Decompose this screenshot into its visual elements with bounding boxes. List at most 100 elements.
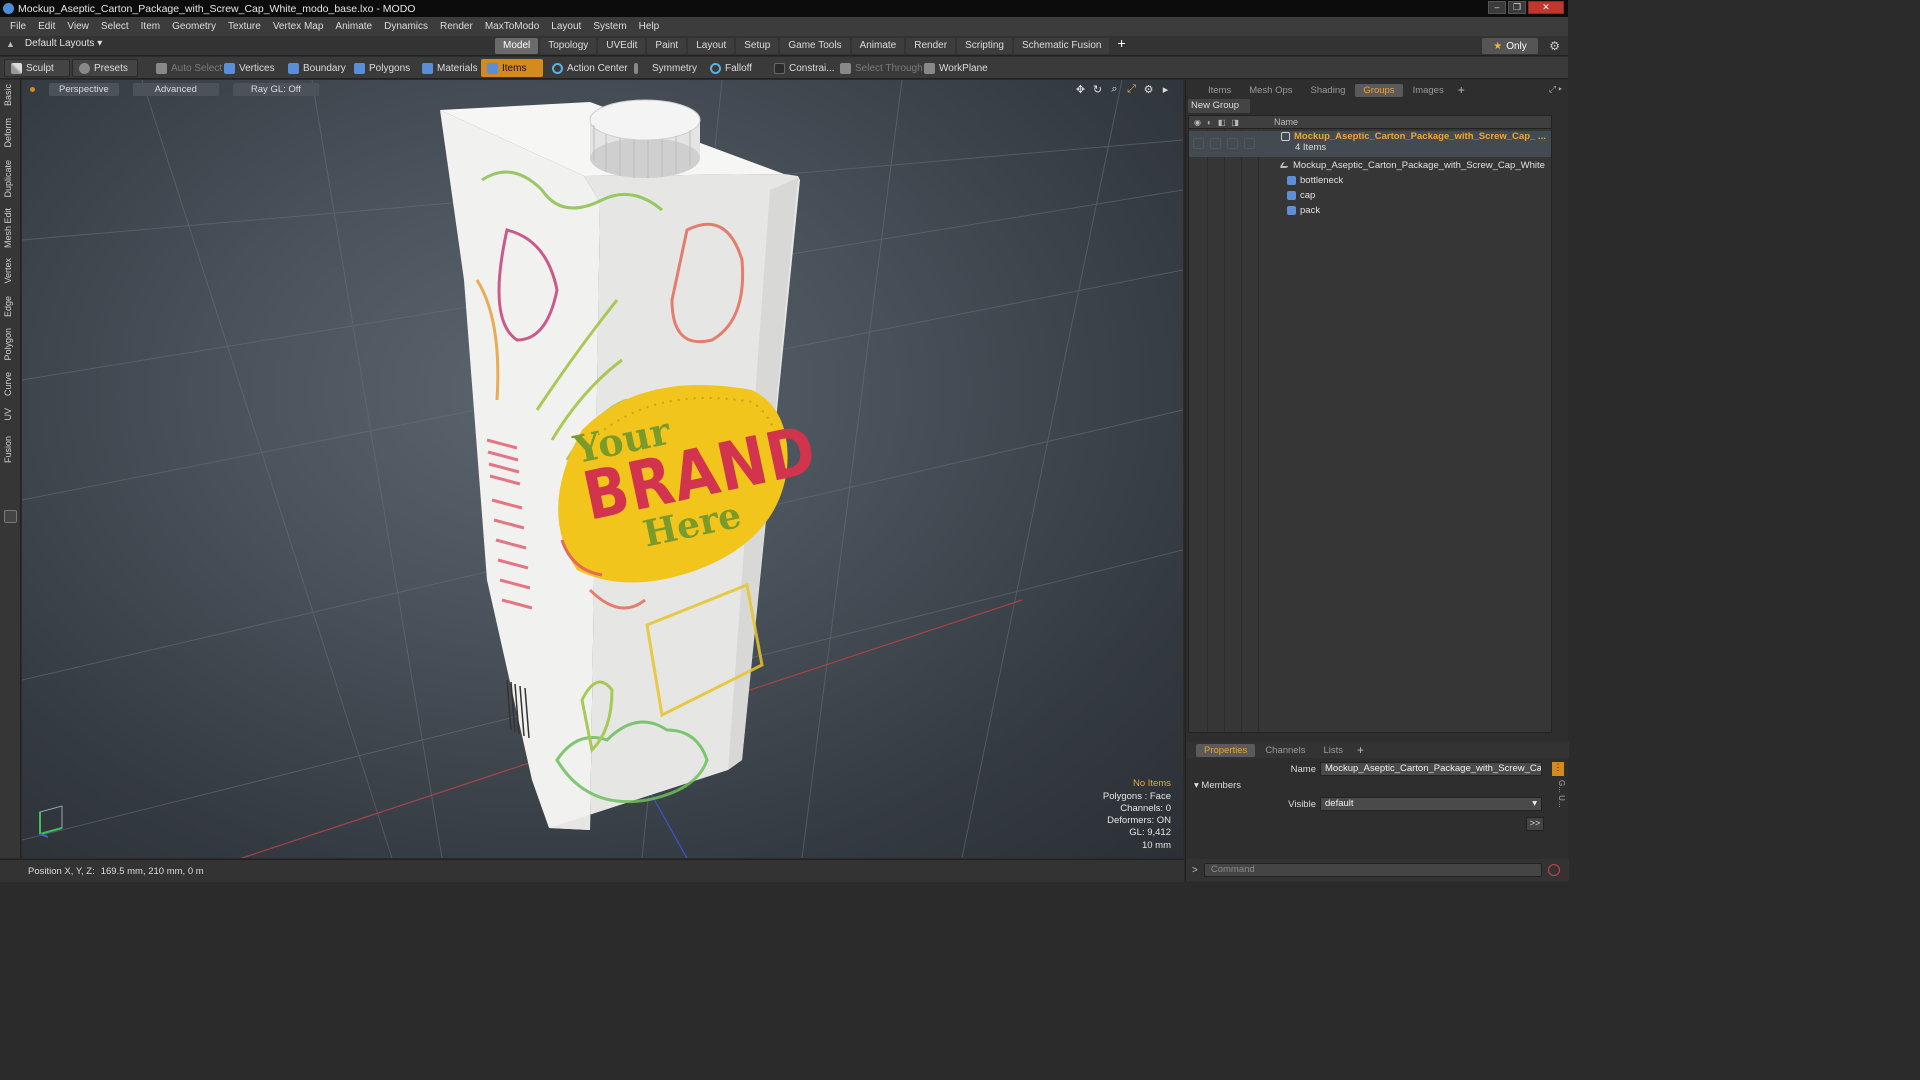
select-toggle[interactable] — [1244, 138, 1255, 149]
lock-column-icon[interactable]: ◧ — [1218, 118, 1226, 127]
tab-model[interactable]: Model — [495, 38, 539, 54]
add-panel-tab-button[interactable]: + — [1454, 83, 1469, 97]
boundary-button[interactable]: Boundary — [282, 59, 352, 77]
select-column-icon[interactable]: ◨ — [1231, 118, 1239, 127]
tab-setup[interactable]: Setup — [736, 38, 779, 54]
gear-icon[interactable]: ⚙ — [1549, 39, 1560, 53]
layout-selector[interactable]: ▲ Default Layouts ▾ — [6, 38, 102, 49]
menu-item[interactable]: Item — [135, 21, 166, 32]
menu-vertex-map[interactable]: Vertex Map — [267, 21, 330, 32]
panel-expand-icon[interactable]: ⤢ ▸ — [1549, 84, 1562, 95]
falloff-button[interactable]: Falloff — [704, 59, 758, 77]
vtab-vertex[interactable]: Vertex — [3, 258, 17, 284]
close-button[interactable]: ✕ — [1528, 1, 1564, 14]
materials-button[interactable]: Materials — [416, 59, 484, 77]
menu-help[interactable]: Help — [633, 21, 666, 32]
tab-animate[interactable]: Animate — [851, 38, 905, 54]
collapse-icon[interactable]: ▲ — [6, 39, 15, 49]
view-mode-button[interactable]: Perspective — [49, 83, 119, 96]
new-group-button[interactable]: New Group — [1188, 99, 1250, 113]
add-props-tab-button[interactable]: + — [1353, 743, 1368, 757]
action-center-button[interactable]: Action Center — [546, 59, 634, 77]
menu-system[interactable]: System — [587, 21, 632, 32]
tree-item-cap[interactable]: cap — [1189, 188, 1551, 202]
zoom-icon[interactable]: ⌕ — [1109, 83, 1120, 96]
vtab-mesh-edit[interactable]: Mesh Edit — [3, 208, 17, 248]
tab-layout[interactable]: Layout — [688, 38, 735, 54]
raygl-button[interactable]: Ray GL: Off — [232, 83, 319, 96]
tab-render[interactable]: Render — [906, 38, 956, 54]
menu-maxtomodo[interactable]: MaxToModo — [479, 21, 545, 32]
eye-toggle[interactable] — [1193, 138, 1204, 149]
eye-column-icon[interactable]: ◉ — [1194, 118, 1201, 127]
vtab-uv[interactable]: UV — [3, 408, 17, 421]
viewport-settings-icon[interactable]: ⚙ — [1143, 83, 1154, 96]
sculpt-button[interactable]: Sculpt — [4, 59, 70, 77]
group-name-field[interactable]: Mockup_Aseptic_Carton_Package_with_Screw… — [1320, 762, 1542, 776]
vtab-deform[interactable]: Deform — [3, 118, 17, 148]
menu-render[interactable]: Render — [434, 21, 479, 32]
workplane-button[interactable]: WorkPlane — [918, 59, 994, 77]
only-button[interactable]: ★ Only — [1482, 38, 1538, 54]
minimize-button[interactable]: – — [1488, 1, 1506, 14]
vtab-basic[interactable]: Basic — [3, 84, 17, 106]
tab-schematic-fusion[interactable]: Schematic Fusion — [1013, 38, 1110, 54]
tab-items[interactable]: Items — [1200, 84, 1239, 97]
command-input[interactable]: Command — [1203, 863, 1542, 877]
menu-layout[interactable]: Layout — [545, 21, 587, 32]
menu-texture[interactable]: Texture — [222, 21, 267, 32]
tree-item-pack[interactable]: pack — [1189, 203, 1551, 217]
expand-members-button[interactable]: >> — [1526, 817, 1544, 831]
members-section[interactable]: ▾ Members — [1194, 780, 1241, 791]
tree-item-bottleneck[interactable]: bottleneck — [1189, 173, 1551, 187]
vertices-button[interactable]: Vertices — [218, 59, 281, 77]
items-button[interactable]: Items — [481, 59, 543, 77]
menu-view[interactable]: View — [61, 21, 95, 32]
menu-file[interactable]: File — [4, 21, 32, 32]
menu-geometry[interactable]: Geometry — [166, 21, 222, 32]
tab-uvedit[interactable]: UVEdit — [598, 38, 646, 54]
expand-arrow-icon[interactable]: ▸ — [1160, 83, 1171, 96]
menu-select[interactable]: Select — [95, 21, 135, 32]
lock-toggle[interactable] — [1227, 138, 1238, 149]
fit-icon[interactable]: ⤢ — [1126, 83, 1137, 96]
panel-toggle-icon[interactable] — [4, 510, 17, 523]
tab-images[interactable]: Images — [1405, 84, 1452, 97]
tab-lists[interactable]: Lists — [1315, 744, 1351, 757]
command-stop-icon[interactable] — [1547, 864, 1560, 876]
tree-item-mesh-root[interactable]: Mockup_Aseptic_Carton_Package_with_Screw… — [1189, 158, 1551, 172]
render-column-icon[interactable]: ◐ — [1207, 118, 1212, 127]
select-through-button[interactable]: Select Through — [834, 59, 929, 77]
layout-name[interactable]: Default Layouts ▾ — [25, 38, 102, 49]
visible-dropdown[interactable]: default ▾ — [1320, 797, 1542, 811]
maximize-button[interactable]: ❐ — [1508, 1, 1526, 14]
constraints-button[interactable]: Constrai... — [768, 59, 841, 77]
polygons-button[interactable]: Polygons — [348, 59, 416, 77]
tab-mesh-ops[interactable]: Mesh Ops — [1241, 84, 1300, 97]
tab-channels[interactable]: Channels — [1257, 744, 1313, 757]
vtab-polygon[interactable]: Polygon — [3, 328, 17, 361]
name-column-header[interactable]: Name — [1274, 117, 1298, 127]
symmetry-button[interactable]: Symmetry — [628, 59, 703, 77]
tab-game-tools[interactable]: Game Tools — [780, 38, 850, 54]
add-tab-button[interactable]: + — [1111, 36, 1131, 54]
rotate-icon[interactable]: ↻ — [1092, 83, 1103, 96]
vtab-duplicate[interactable]: Duplicate — [3, 160, 17, 198]
tab-properties[interactable]: Properties — [1196, 743, 1256, 757]
auto-select-button[interactable]: Auto Select — [150, 59, 228, 77]
tab-topology[interactable]: Topology — [540, 38, 597, 54]
vtab-curve[interactable]: Curve — [3, 372, 17, 396]
vtab-fusion[interactable]: Fusion — [3, 436, 17, 463]
viewport-menu-icon[interactable] — [30, 87, 35, 92]
menu-edit[interactable]: Edit — [32, 21, 61, 32]
tab-scripting[interactable]: Scripting — [957, 38, 1012, 54]
name-menu-button[interactable]: ⋮ — [1552, 762, 1564, 776]
shading-mode-button[interactable]: Advanced — [132, 83, 219, 96]
tab-shading[interactable]: Shading — [1303, 84, 1354, 97]
pan-icon[interactable]: ✥ — [1075, 83, 1086, 96]
collapse-arrow-icon[interactable]: ▾ — [1194, 780, 1199, 791]
tab-groups[interactable]: Groups — [1355, 83, 1403, 97]
presets-button[interactable]: Presets — [72, 59, 138, 77]
3d-viewport[interactable]: Your BRAND Here Perspective Advanced Ray… — [22, 80, 1183, 858]
tab-paint[interactable]: Paint — [647, 38, 687, 54]
